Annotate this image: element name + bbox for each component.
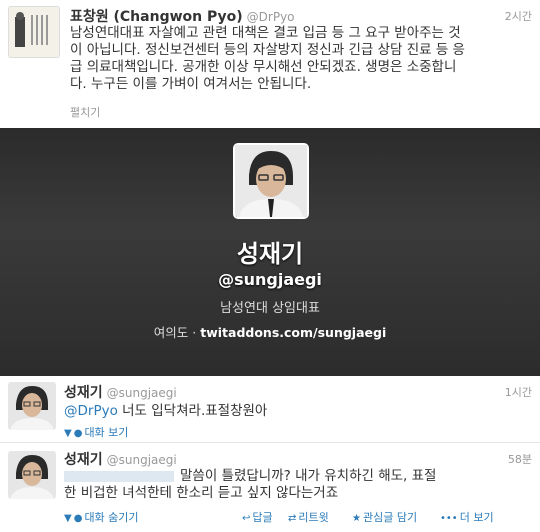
profile-handle: @sungjaegi (218, 270, 322, 289)
profile-url[interactable]: twitaddons.com/sungjaegi (200, 325, 386, 340)
tweet-time[interactable]: 1시간 (505, 384, 532, 400)
tweet-text-line: 다. 누구든 이를 가벼이 여겨서는 안됩니다. (70, 76, 312, 92)
profile-avatar[interactable] (233, 143, 309, 219)
redacted-mention (64, 470, 174, 482)
author-handle[interactable]: @sungjaegi (107, 453, 177, 467)
retweet-icon: ⇄ (288, 513, 297, 524)
profile-bio: 남성연대 상임대표 (220, 301, 320, 316)
tweet-text-line: 말씀이 틀렸답니까? 내가 유치하긴 해도, 표절 (180, 468, 437, 484)
tweet-text-line: 남성연대대표 자살예고 관련 대책은 결코 입금 등 그 요구 받아주는 것 (70, 25, 461, 41)
separator-dot: · (192, 325, 197, 340)
star-icon: ★ (352, 513, 361, 524)
profile-card: 성재기 @sungjaegi 남성연대 상임대표 여의도 · twitaddon… (0, 128, 540, 376)
tweet-time[interactable]: 58분 (508, 451, 532, 467)
sungjaegi-photo (8, 382, 56, 430)
location-pin-icon: ▼ (64, 513, 72, 524)
profile-name: 성재기 (236, 240, 304, 268)
tweet-sungjaegi-1[interactable]: 성재기 @sungjaegi 1시간 @DrPyo 너도 입닥쳐라.표절창원아 ▼… (0, 376, 540, 442)
tweet-text-line: 한 비겁한 녀석한테 한소리 듣고 싶지 않다는거죠 (64, 485, 339, 501)
speech-bubble-icon: ● (73, 428, 83, 439)
tweet-pyo[interactable]: 표창원 (Changwon Pyo) @DrPyo 2시간 남성연대대표 자살예고… (0, 0, 540, 128)
view-conversation-label[interactable]: 대화 보기 (84, 426, 128, 439)
more-dots-icon: ••• (440, 513, 458, 524)
sungjaegi-photo (8, 451, 56, 499)
favorite-button[interactable]: ★ 관심글 담기 (352, 509, 417, 525)
tweet-author-name[interactable]: 성재기 @sungjaegi (64, 382, 177, 402)
retweet-button[interactable]: ⇄ 리트윗 (288, 509, 329, 525)
hide-conversation-label[interactable]: 대화 숨기기 (84, 511, 138, 524)
expand-link[interactable]: 펼치기 (70, 104, 100, 120)
favorite-label[interactable]: 관심글 담기 (363, 511, 417, 524)
tweet-text: 말씀이 틀렸답니까? 내가 유치하긴 해도, 표절 한 비겁한 녀석한테 한소리… (64, 468, 534, 502)
tweet-text: @DrPyo 너도 입닥쳐라.표절창원아 (64, 403, 267, 420)
tweet-author-name[interactable]: 표창원 (Changwon Pyo) @DrPyo (70, 6, 295, 26)
sungjaegi-avatar[interactable] (8, 451, 56, 499)
more-button[interactable]: ••• 더 보기 (440, 509, 494, 525)
book-cover-image (9, 7, 59, 57)
more-label[interactable]: 더 보기 (460, 511, 494, 524)
view-conversation-link[interactable]: ▼ ● 대화 보기 (64, 424, 128, 440)
author-display-name[interactable]: 성재기 (64, 385, 103, 401)
tweet-body: 너도 입닥쳐라.표절창원아 (117, 403, 268, 419)
hide-conversation-link[interactable]: ▼ ● 대화 숨기기 (64, 509, 139, 525)
retweet-label[interactable]: 리트윗 (298, 511, 328, 524)
reply-button[interactable]: ↩ 답글 (242, 509, 273, 525)
sungjaegi-avatar[interactable] (8, 382, 56, 430)
tweet-sungjaegi-2[interactable]: 성재기 @sungjaegi 58분 말씀이 틀렸답니까? 내가 유치하긴 해도,… (0, 443, 540, 532)
tweet-author-name[interactable]: 성재기 @sungjaegi (64, 449, 177, 469)
reply-arrow-icon: ↩ (242, 513, 251, 524)
profile-location-line: 여의도 · twitaddons.com/sungjaegi (0, 322, 540, 341)
tweet-text: 남성연대대표 자살예고 관련 대책은 결코 입금 등 그 요구 받아주는 것 이… (70, 25, 532, 93)
author-handle[interactable]: @DrPyo (247, 10, 295, 24)
tweet-text-line: 급 의료대책입니다. 공개한 이상 무시해선 안되겠죠. 생명은 소중합니 (70, 59, 457, 75)
author-handle[interactable]: @sungjaegi (107, 386, 177, 400)
profile-photo (235, 145, 307, 217)
author-display-name[interactable]: 표창원 (Changwon Pyo) (70, 9, 243, 25)
profile-location: 여의도 (153, 325, 189, 340)
speech-bubble-icon: ● (73, 513, 83, 524)
tweet-text-line: 이 아닙니다. 정신보건센터 등의 자살방지 정신과 긴급 상담 진료 등 응 (70, 42, 465, 58)
pyo-avatar[interactable] (8, 6, 60, 58)
reply-label[interactable]: 답글 (252, 511, 272, 524)
author-display-name[interactable]: 성재기 (64, 452, 103, 468)
location-pin-icon: ▼ (64, 428, 72, 439)
tweet-time[interactable]: 2시간 (505, 8, 532, 24)
mention-link[interactable]: @DrPyo (64, 403, 118, 419)
